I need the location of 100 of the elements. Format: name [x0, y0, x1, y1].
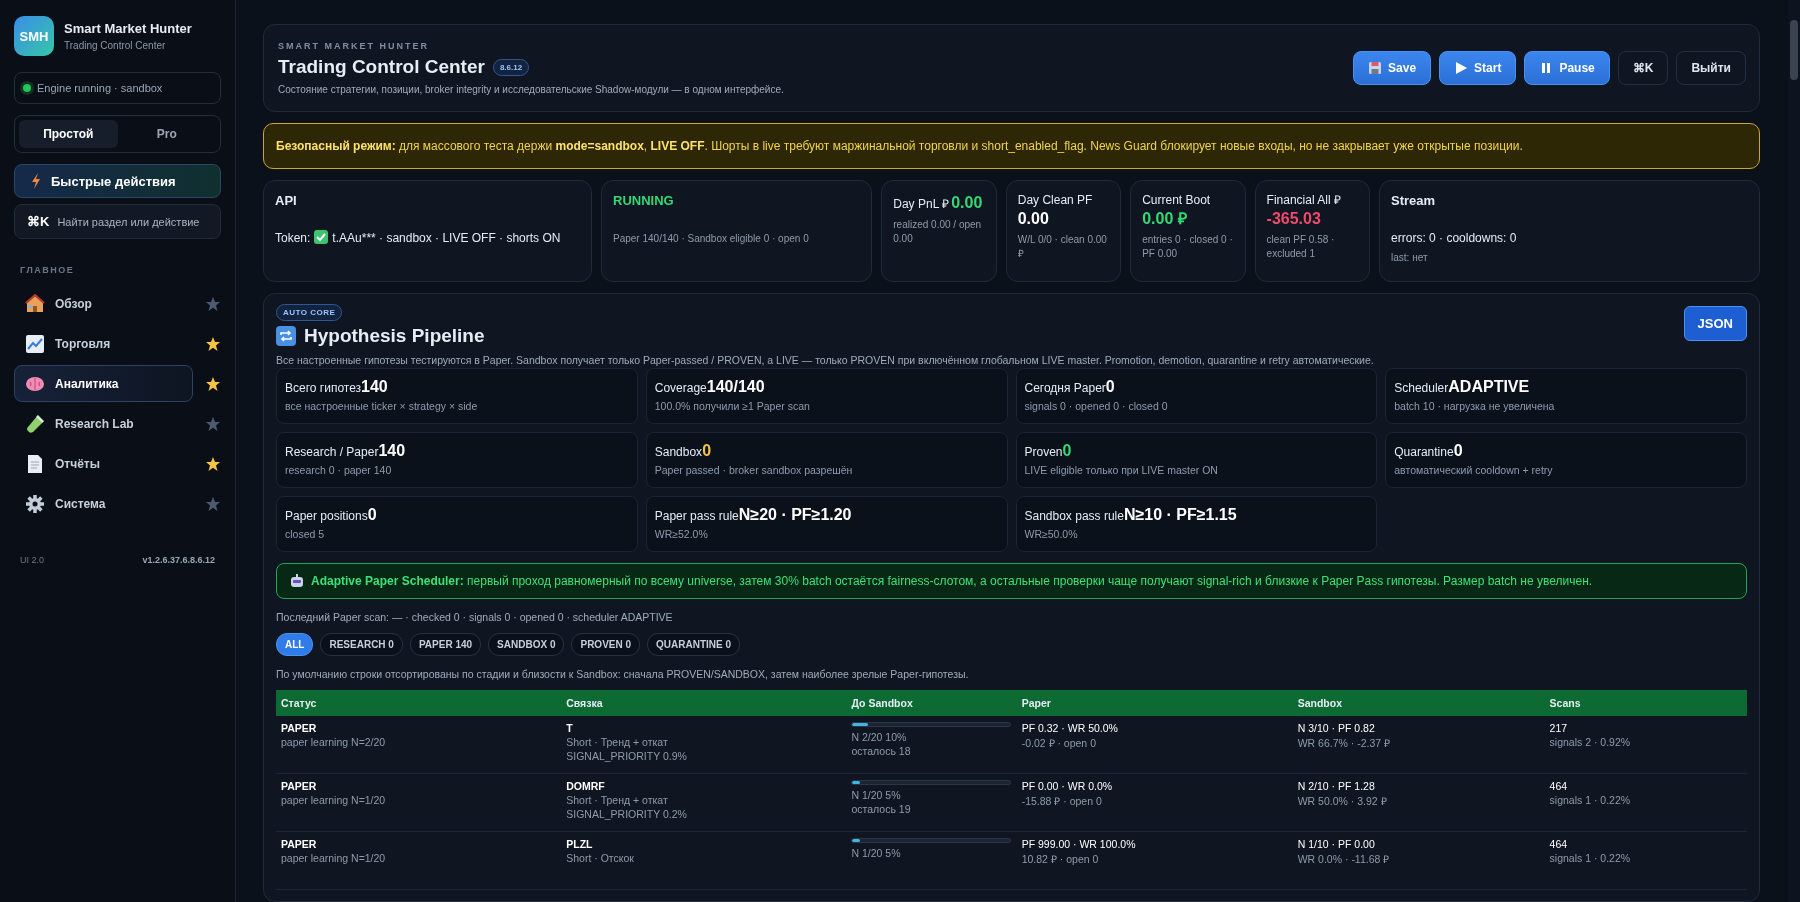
- star-icon[interactable]: [205, 495, 221, 512]
- app-subtitle: Trading Control Center: [64, 40, 167, 51]
- metric-value: 0: [1062, 442, 1072, 459]
- nav-item[interactable]: Система: [14, 485, 193, 522]
- filter-chip[interactable]: PROVEN 0: [571, 633, 641, 656]
- metric-note: WR≥52.0%: [654, 528, 709, 540]
- stat-value: 0.00: [1017, 209, 1049, 227]
- app-name: Smart Market Hunter: [64, 21, 192, 36]
- nav-item[interactable]: Отчёты: [14, 445, 193, 482]
- scans-note: signals 1 · 0.22%: [1549, 794, 1632, 806]
- ticker-text: T: [566, 722, 574, 734]
- progress-text: N 2/20 10%: [851, 731, 908, 743]
- paper-note: -15.88 ₽ · open 0: [1021, 794, 1103, 808]
- stat-note: realized 0.00 / open 0.00: [893, 217, 983, 246]
- version-badge: 8.6.12: [492, 58, 530, 76]
- token-label: Token:: [275, 231, 311, 245]
- filter-chip[interactable]: PAPER 140: [409, 633, 482, 656]
- column-header: Связка: [565, 696, 604, 711]
- stat-title: RUNNING: [613, 193, 675, 208]
- nav-item[interactable]: Аналитика: [14, 365, 193, 402]
- nav-item[interactable]: Обзор: [14, 285, 193, 322]
- scans-note: signals 2 · 0.92%: [1549, 736, 1632, 748]
- metric-note: signals 0 · opened 0 · closed 0: [1024, 400, 1169, 412]
- star-icon[interactable]: [205, 455, 221, 472]
- metric-value: 0: [702, 442, 712, 459]
- stat-note: entries 0 · closed 0 · PF 0.00: [1142, 233, 1234, 262]
- section-description: Все настроенные гипотезы тестируются в Paper. Sandbox получает только Paper-passed / PROVEN, а LIVE — только PROVEN при включённом глобальном LIVE master. Promotion, demotion, quarantine и retry автоматические.: [276, 354, 1375, 366]
- sandbox-stats: N 1/10 · PF 0.00: [1297, 838, 1376, 850]
- paper-note: -0.02 ₽ · open 0: [1021, 736, 1097, 750]
- pause-button[interactable]: Pause: [1524, 51, 1610, 85]
- metric-label: Paper pass rule: [654, 509, 739, 523]
- metric-value: 140: [361, 378, 388, 395]
- app-version: v1.2.6.37.6.8.6.12: [142, 555, 215, 565]
- metric-label: Coverage: [654, 381, 707, 395]
- stat-label: Current Boot: [1142, 193, 1211, 209]
- sandbox-note: WR 66.7% · -2.37 ₽: [1297, 736, 1392, 750]
- column-header: Sandbox: [1296, 696, 1344, 711]
- metric-value: 0: [1453, 442, 1463, 459]
- remaining-text: осталось 19: [851, 803, 912, 815]
- ui-version: UI 2.0: [20, 555, 44, 565]
- safety-warning: Безопасный режим: для массового теста держи mode=sandbox, LIVE OFF. Шорты в live требуют маржинальной торговли и short_enabled_flag. News Guard блокирует новые входы, но не закрывает уже открытые позиции.: [263, 123, 1760, 169]
- priority-text: SIGNAL_PRIORITY 0.9%: [566, 750, 688, 762]
- last-scan-text: Последний Paper scan: — · checked 0 · signals 0 · opened 0 · scheduler ADAPTIVE: [276, 611, 674, 623]
- quick-actions-button[interactable]: Быстрые действия: [14, 164, 221, 198]
- stat-label: Day Clean PF: [1017, 193, 1093, 209]
- filter-chip[interactable]: SANDBOX 0: [488, 633, 565, 656]
- scans-count: 464: [1549, 838, 1569, 850]
- metric-label: Research / Paper: [285, 445, 379, 459]
- progress-text: N 1/20 5%: [851, 789, 902, 801]
- start-button[interactable]: Start: [1439, 51, 1517, 85]
- stat-value: t.AAu*** · sandbox · LIVE OFF · shorts ON: [332, 231, 561, 245]
- scrollbar[interactable]: [1788, 0, 1800, 902]
- mode-tab[interactable]: Pro: [117, 120, 216, 148]
- mode-tab[interactable]: Простой: [19, 120, 118, 148]
- star-icon[interactable]: [205, 295, 221, 312]
- filter-chip[interactable]: ALL: [276, 633, 314, 656]
- nav-item[interactable]: Торговля: [14, 325, 193, 362]
- metric-value: 140: [378, 442, 406, 459]
- metric-label: Scheduler: [1394, 381, 1449, 395]
- test-tube-icon: [25, 413, 45, 434]
- scans-note: signals 1 · 0.22%: [1549, 852, 1632, 864]
- scheduler-note: Adaptive Paper Scheduler: первый проход равномерный по всему universe, затем 30% batch остаётся fairness-слотом, а остальные проверки чаще получают signal-rich и близкие к Paper Pass гипотезы. Размер batch не увеличен.: [311, 574, 1593, 588]
- lightning-icon: [31, 173, 41, 189]
- metric-value: ADAPTIVE: [1448, 378, 1530, 395]
- header-button[interactable]: ⌘K: [1617, 51, 1669, 85]
- column-header: До Sandbox: [850, 696, 914, 711]
- paper-stats: PF 0.32 · WR 50.0%: [1021, 722, 1119, 734]
- chart-icon: [25, 333, 45, 354]
- nav-item[interactable]: Research Lab: [14, 405, 193, 442]
- metric-note: LIVE eligible только при LIVE master ON: [1024, 464, 1219, 476]
- ticker-text: PLZL: [566, 838, 594, 850]
- scans-count: 217: [1549, 722, 1569, 734]
- metric-label: Sandbox pass rule: [1024, 509, 1124, 523]
- star-icon[interactable]: [205, 375, 221, 392]
- stat-title: Stream: [1391, 193, 1437, 208]
- json-button[interactable]: JSON: [1683, 306, 1747, 341]
- app-logo: SMH: [14, 16, 54, 56]
- stat-note: W/L 0/0 · clean 0.00 ₽: [1017, 233, 1108, 262]
- save-button[interactable]: Save: [1353, 51, 1432, 85]
- filter-chip[interactable]: QUARANTINE 0: [647, 633, 741, 656]
- metric-value: N≥10 · PF≥1.15: [1123, 506, 1237, 523]
- command-search-button[interactable]: ⌘K Найти раздел или действие: [14, 204, 221, 239]
- metric-label: Paper positions: [285, 509, 368, 523]
- metric-label: Сегодня Paper: [1024, 381, 1106, 395]
- star-icon[interactable]: [205, 415, 221, 432]
- section-title: Hypothesis Pipeline: [304, 325, 485, 347]
- metric-value: 140/140: [706, 378, 765, 395]
- filter-chip[interactable]: RESEARCH 0: [320, 633, 403, 656]
- stat-value: 0.00: [951, 194, 983, 211]
- strategy-text: Short · Тренд + откат: [566, 794, 669, 806]
- star-icon[interactable]: [205, 335, 221, 352]
- floppy-icon: [1368, 61, 1383, 75]
- status-label: PAPER: [281, 838, 318, 850]
- paper-stats: PF 999.00 · WR 100.0%: [1021, 838, 1137, 850]
- metric-note: research 0 · paper 140: [285, 464, 393, 476]
- header-button[interactable]: Выйти: [1676, 51, 1746, 85]
- document-icon: [25, 453, 45, 474]
- metric-label: Sandbox: [654, 445, 703, 459]
- metric-value: N≥20 · PF≥1.20: [738, 506, 852, 523]
- remaining-text: осталось 18: [851, 745, 912, 757]
